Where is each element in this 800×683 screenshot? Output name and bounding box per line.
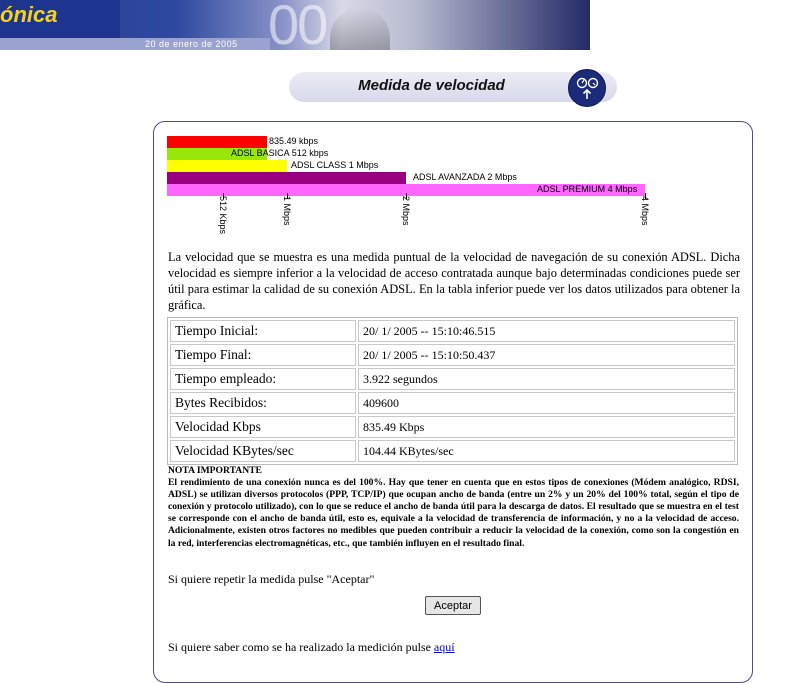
table-row: Bytes Recibidos: 409600 [170, 392, 735, 414]
table-key-cell: Tiempo empleado: [170, 368, 356, 390]
chart-bar [167, 160, 287, 172]
table-row: Velocidad KBytes/sec 104.44 KBytes/sec [170, 440, 735, 462]
table-row: Tiempo Final: 20/ 1/ 2005 -- 15:10:50.437 [170, 344, 735, 366]
how-instruction: Si quiere saber como se ha realizado la … [168, 640, 455, 655]
how-link[interactable]: aquí [434, 640, 455, 654]
table-value-cell: 20/ 1/ 2005 -- 15:10:46.515 [358, 320, 735, 342]
chart-bar [167, 172, 406, 184]
chart-bar-label: 835.49 kbps [269, 136, 319, 146]
repeat-instruction: Si quiere repetir la medida pulse "Acept… [168, 572, 375, 586]
table-key-cell: Velocidad KBytes/sec [170, 440, 356, 462]
chart-bar-label: ADSL AVANZADA 2 Mbps [413, 172, 517, 182]
header-banner: ónica 20 de enero de 2005 00 [0, 0, 590, 50]
how-text: Si quiere saber como se ha realizado la … [168, 640, 434, 654]
table-key-cell: Velocidad Kbps [170, 416, 356, 438]
brand-logo-text: ónica [0, 2, 58, 27]
table-key-cell: Tiempo Inicial: [170, 320, 356, 342]
banner-date: 20 de enero de 2005 [145, 39, 238, 49]
table-key-cell: Tiempo Final: [170, 344, 356, 366]
chart-bar-label: ADSL PREMIUM 4 Mbps [537, 184, 638, 194]
chart-bar-label: ADSL BASICA 512 kbps [231, 148, 329, 158]
table-value-cell: 104.44 KBytes/sec [358, 440, 735, 462]
table-value-cell: 409600 [358, 392, 735, 414]
banner-number: 00 [268, 0, 328, 50]
table-key-cell: Bytes Recibidos: [170, 392, 356, 414]
table-value-cell: 20/ 1/ 2005 -- 15:10:50.437 [358, 344, 735, 366]
chart-tick-label: 2 Mbps [401, 196, 411, 226]
table-value-cell: 3.922 segundos [358, 368, 735, 390]
measurement-table: Tiempo Inicial: 20/ 1/ 2005 -- 15:10:46.5… [167, 317, 738, 465]
chart-bar [167, 136, 267, 148]
description-text: La velocidad que se muestra es una medid… [168, 250, 740, 312]
table-row: Tiempo Inicial: 20/ 1/ 2005 -- 15:10:46.5… [170, 320, 735, 342]
chart-tick-label: 4 Mbps [640, 196, 650, 226]
speed-chart: 835.49 kbps ADSL BASICA 512 kbps ADSL CLAS… [167, 134, 657, 234]
note-title: NOTA IMPORTANTE [168, 465, 262, 476]
page-title: Medida de velocidad [358, 77, 505, 94]
chart-bar-label: ADSL CLASS 1 Mbps [291, 160, 379, 170]
important-note: NOTA IMPORTANTE El rendimiento de una co… [168, 465, 739, 550]
table-value-cell: 835.49 Kbps [358, 416, 735, 438]
accept-button[interactable]: Aceptar [425, 596, 481, 615]
table-row: Velocidad Kbps 835.49 Kbps [170, 416, 735, 438]
page-title-bar: Medida de velocidad [289, 69, 617, 107]
note-body: El rendimiento de una conexión nunca es … [168, 477, 739, 549]
speed-measure-icon [568, 69, 606, 107]
table-row: Tiempo empleado: 3.922 segundos [170, 368, 735, 390]
chart-tick-label: 512 Kbps [218, 196, 228, 235]
banner-figure [330, 8, 390, 50]
chart-tick-label: 1 Mbps [282, 196, 292, 226]
